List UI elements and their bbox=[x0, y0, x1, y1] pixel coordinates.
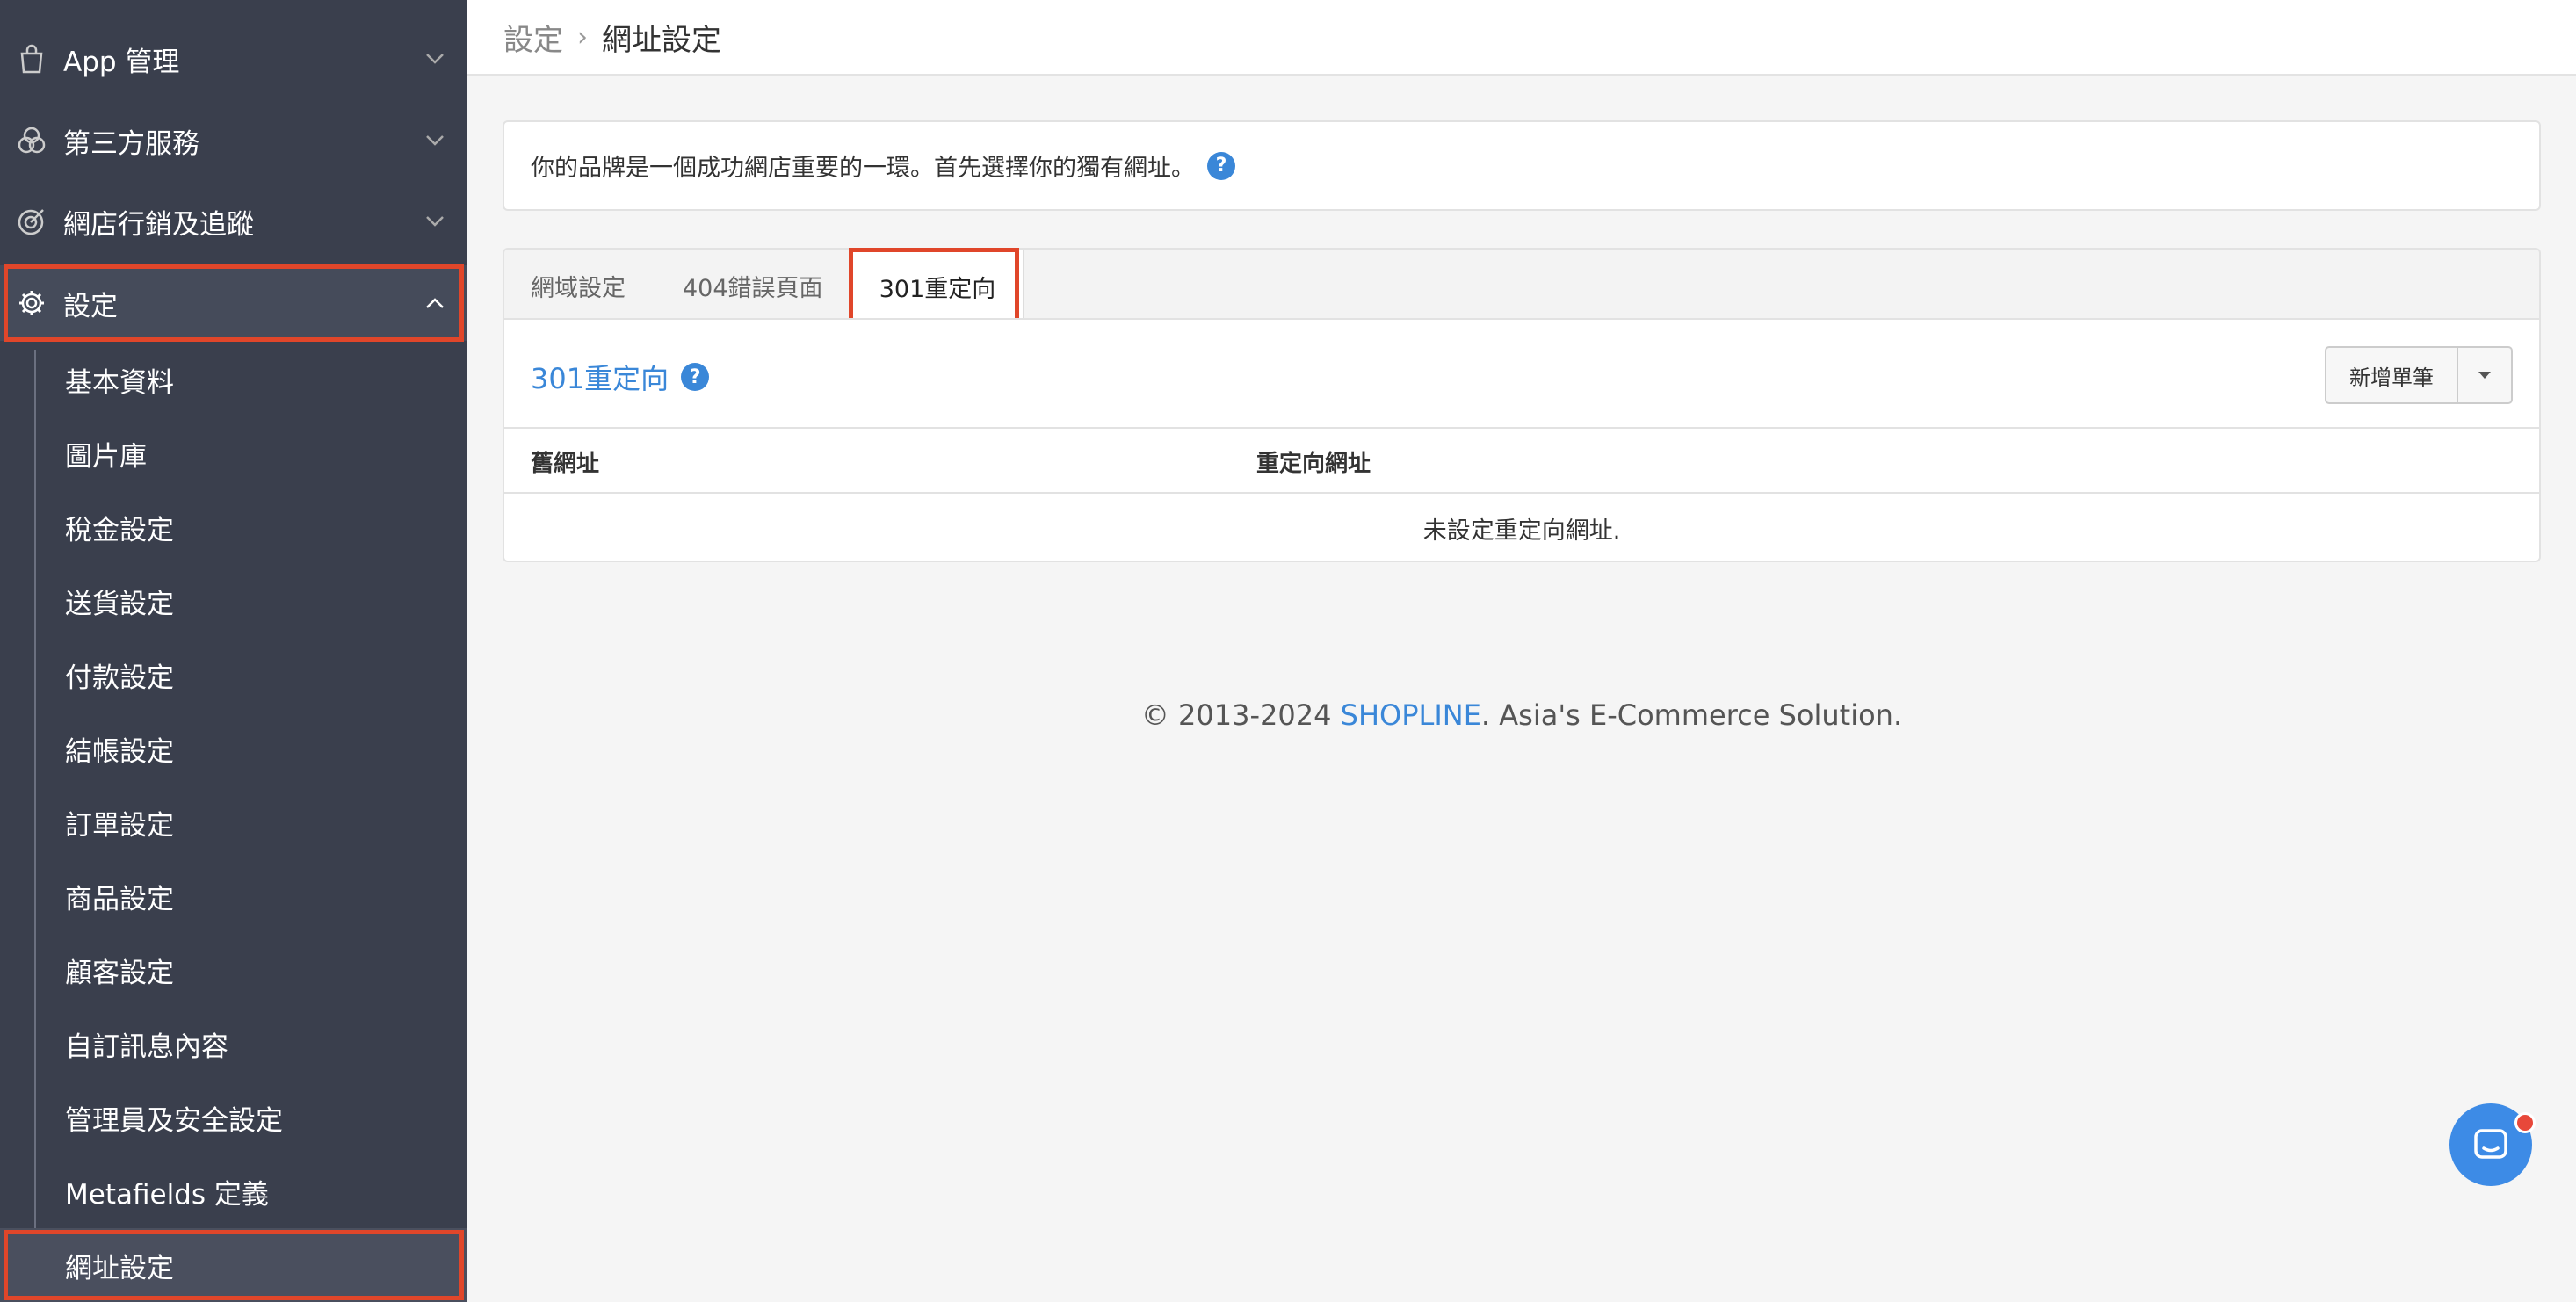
help-icon[interactable]: ? bbox=[681, 363, 710, 391]
column-redirect-url: 重定向網址 bbox=[1256, 450, 1371, 477]
empty-state: 未設定重定向網址. bbox=[1422, 517, 1621, 545]
sidebar-item-delivery[interactable]: 送貨設定 bbox=[0, 564, 467, 638]
column-old-url: 舊網址 bbox=[531, 450, 600, 477]
nav-marketing[interactable]: 網店行銷及追蹤 bbox=[0, 184, 467, 259]
panel-title: 301重定向 ? bbox=[531, 357, 710, 397]
sidebar-item-url-settings[interactable]: 網址設定 bbox=[0, 1228, 467, 1302]
footer-brand-link[interactable]: SHOPLINE bbox=[1341, 698, 1481, 732]
sidebar: App 管理 第三方服務 網店行銷及追蹤 設定 基本資料 圖片庫 稅金設定 送貨… bbox=[0, 0, 467, 1302]
nav-app-management[interactable]: App 管理 bbox=[0, 21, 467, 97]
sidebar-item-image-library[interactable]: 圖片庫 bbox=[0, 416, 467, 490]
page-title: 網址設定 bbox=[602, 22, 721, 58]
tab-301-redirect[interactable]: 301重定向 bbox=[850, 250, 1024, 323]
intro-card: 你的品牌是一個成功網店重要的一環。首先選擇你的獨有網址。 ? bbox=[503, 120, 2541, 211]
sidebar-item-checkout[interactable]: 結帳設定 bbox=[0, 712, 467, 785]
sidebar-item-admin-security[interactable]: 管理員及安全設定 bbox=[0, 1081, 467, 1154]
sidebar-item-order[interactable]: 訂單設定 bbox=[0, 785, 467, 859]
nav-marketing-label: 網店行銷及追蹤 bbox=[63, 208, 254, 241]
nav-app-management-label: App 管理 bbox=[63, 46, 180, 78]
tab-404-page[interactable]: 404錯誤頁面 bbox=[683, 250, 823, 322]
nav-settings[interactable]: 設定 bbox=[0, 265, 467, 341]
chevron-down-icon bbox=[422, 208, 448, 235]
footer-copyright: © 2013-2024 bbox=[1140, 698, 1341, 732]
sidebar-item-payment[interactable]: 付款設定 bbox=[0, 638, 467, 712]
nav-third-party-label: 第三方服務 bbox=[63, 127, 199, 160]
add-options-dropdown[interactable] bbox=[2458, 348, 2511, 402]
sidebar-item-product[interactable]: 商品設定 bbox=[0, 859, 467, 933]
sidebar-item-basic-info[interactable]: 基本資料 bbox=[0, 343, 467, 416]
chat-icon bbox=[2474, 1129, 2507, 1159]
nav-third-party[interactable]: 第三方服務 bbox=[0, 103, 467, 178]
sidebar-item-tax[interactable]: 稅金設定 bbox=[0, 490, 467, 564]
breadcrumb-separator: › bbox=[577, 21, 588, 53]
chevron-down-icon bbox=[422, 127, 448, 154]
venn-icon bbox=[16, 125, 47, 156]
tab-domain-settings[interactable]: 網域設定 bbox=[531, 250, 626, 322]
intro-text: 你的品牌是一個成功網店重要的一環。首先選擇你的獨有網址。 bbox=[531, 155, 1195, 182]
chevron-up-icon bbox=[422, 290, 448, 316]
footer: © 2013-2024 SHOPLINE. Asia's E-Commerce … bbox=[467, 698, 2576, 732]
caret-down-icon bbox=[2478, 372, 2491, 379]
sidebar-item-customer[interactable]: 顧客設定 bbox=[0, 933, 467, 1007]
sidebar-item-custom-messages[interactable]: 自訂訊息內容 bbox=[0, 1007, 467, 1081]
notification-dot bbox=[2514, 1112, 2536, 1133]
sidebar-item-metafields[interactable]: Metafields 定義 bbox=[0, 1154, 467, 1228]
tab-bar: 網域設定 404錯誤頁面 301重定向 bbox=[503, 248, 2541, 323]
redirect-panel: 301重定向 ? 新增單筆 舊網址 重定向網址 未設定重定向網址. bbox=[503, 318, 2541, 562]
breadcrumb-parent[interactable]: 設定 bbox=[503, 16, 563, 59]
add-button-group: 新增單筆 bbox=[2325, 346, 2513, 404]
footer-tagline: . Asia's E-Commerce Solution. bbox=[1480, 698, 1903, 732]
add-single-button[interactable]: 新增單筆 bbox=[2326, 348, 2458, 402]
target-icon bbox=[16, 206, 47, 237]
chevron-down-icon bbox=[422, 46, 448, 72]
panel-title-text: 301重定向 bbox=[531, 362, 669, 395]
shopping-bag-icon bbox=[16, 43, 47, 75]
help-icon[interactable]: ? bbox=[1207, 151, 1235, 180]
table-header: 舊網址 重定向網址 bbox=[504, 427, 2539, 494]
nav-settings-label: 設定 bbox=[63, 290, 118, 322]
breadcrumb: 設定 › 網址設定 bbox=[467, 0, 2576, 76]
gear-icon bbox=[16, 287, 47, 319]
